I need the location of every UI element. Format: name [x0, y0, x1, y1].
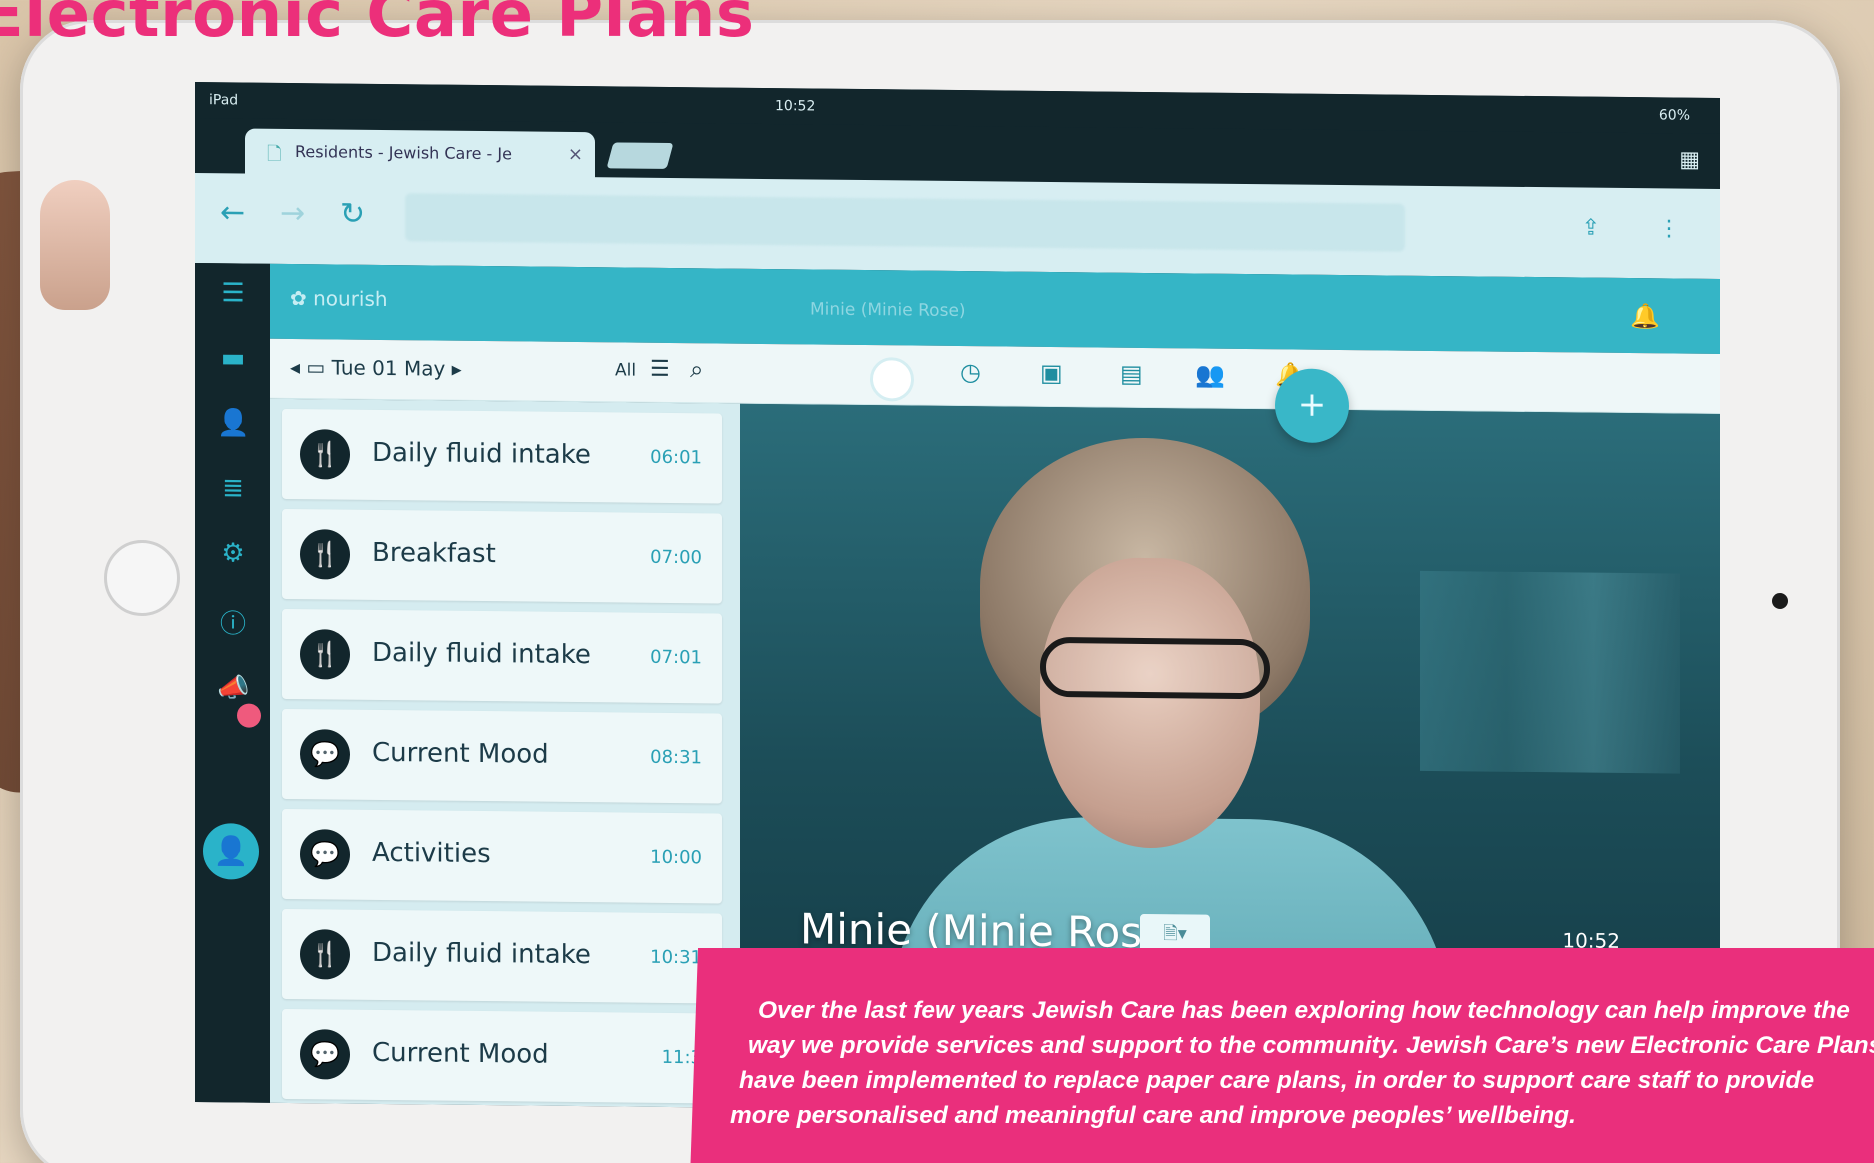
filter-icon[interactable]: ☰ [650, 357, 670, 382]
address-bar: ← → ↻ ⇪ ⋮ [195, 173, 1720, 279]
event-time: 10:00 [650, 846, 702, 869]
gear-icon[interactable]: ⚙ [217, 538, 249, 568]
caption-line: Over the last few years Jewish Care has … [758, 997, 1850, 1024]
timeline-item[interactable]: 🍴 Breakfast 07:00 [282, 508, 722, 604]
id-card-icon[interactable]: ▣ [1040, 359, 1063, 387]
browser-tab-residents[interactable]: 🗋 Residents - Jewish Care - Je × [245, 128, 595, 181]
close-tab-icon[interactable]: × [568, 144, 583, 165]
nourish-logo: ✿ nourish [290, 286, 388, 312]
list-icon[interactable]: ≣ [217, 473, 249, 503]
header-title: Minie (Minie Rose) [810, 299, 966, 322]
search-icon[interactable]: ⌕ [690, 355, 703, 383]
timeline-item[interactable]: 🍴 Daily fluid intake 10:31 [282, 908, 722, 1004]
url-field[interactable] [405, 193, 1405, 252]
notification-badge [237, 703, 261, 728]
status-time: 10:52 [775, 98, 816, 115]
info-icon[interactable]: ⓘ [217, 603, 249, 640]
thumb [40, 180, 110, 310]
event-time: 07:01 [650, 646, 702, 669]
event-label: Daily fluid intake [372, 437, 591, 471]
chat-bubbles-icon: 💬 [300, 729, 350, 780]
event-time: 10:31 [650, 946, 702, 969]
event-time: 08:31 [650, 746, 702, 769]
caption-line: have been implemented to replace paper c… [739, 1067, 1815, 1094]
messages-icon[interactable]: ▬ [217, 343, 249, 373]
document-icon: 🗋 [267, 143, 282, 165]
person-icon[interactable]: 👤 [217, 408, 249, 438]
chat-bubbles-icon: 💬 [300, 829, 350, 880]
menu-icon[interactable]: ☰ [217, 278, 249, 308]
event-time: 06:01 [650, 446, 702, 469]
fork-knife-icon: 🍴 [300, 629, 350, 680]
left-nav-rail: ☰ ▬ 👤 ≣ ⚙ ⓘ 📣 👤 [195, 263, 270, 1104]
back-arrow-icon[interactable]: ← [220, 195, 245, 230]
date-label: Tue 01 May [331, 355, 446, 381]
chat-bubbles-icon: 💬 [300, 1029, 350, 1080]
add-button[interactable]: + [1275, 368, 1349, 444]
background-shelf [1420, 570, 1680, 774]
fork-knife-icon: 🍴 [300, 529, 350, 580]
resident-toggle[interactable] [870, 357, 914, 402]
battery-level: 60% [1658, 107, 1690, 124]
apps-grid-icon[interactable]: ▦ [1679, 148, 1700, 173]
new-tab-button[interactable] [606, 142, 674, 169]
clipboard-icon[interactable]: ▤ [1120, 360, 1143, 388]
resident-photo-face [1040, 556, 1260, 850]
event-label: Breakfast [372, 537, 496, 570]
caption-line: more personalised and meaningful care an… [730, 1102, 1576, 1129]
reload-icon[interactable]: ↻ [340, 197, 365, 232]
page-title: Electronic Care Plans [0, 0, 755, 52]
user-avatar[interactable]: 👤 [203, 823, 259, 880]
clock-icon[interactable]: ◷ [960, 358, 981, 386]
date-navigator[interactable]: ◂ ▭ Tue 01 May ▸ [290, 355, 462, 381]
filter-label[interactable]: All [615, 360, 636, 380]
caption-text: Over the last few years Jewish Care has … [730, 993, 1874, 1133]
event-label: Current Mood [372, 737, 549, 770]
timeline-item[interactable]: 💬 Current Mood 08:31 [282, 708, 722, 804]
event-time: 07:00 [650, 546, 702, 569]
fork-knife-icon: 🍴 [300, 429, 350, 480]
timeline-item[interactable]: 🍴 Daily fluid intake 06:01 [282, 408, 722, 504]
timeline-item[interactable]: 💬 Activities 10:00 [282, 808, 722, 904]
more-menu-icon[interactable]: ⋮ [1658, 216, 1680, 241]
resident-photo-glasses [1040, 636, 1270, 700]
camera [1772, 593, 1788, 609]
device-label: iPad [209, 92, 239, 109]
logo-text: nourish [313, 286, 388, 312]
timeline-item[interactable]: 🍴 Daily fluid intake 07:01 [282, 608, 722, 704]
bell-icon[interactable]: 🔔 [1630, 302, 1660, 330]
event-label: Activities [372, 837, 491, 870]
group-icon[interactable]: 👥 [1195, 360, 1225, 388]
timeline-item[interactable]: 💬 Current Mood 11:3 [282, 1008, 722, 1104]
event-label: Daily fluid intake [372, 637, 591, 671]
home-button[interactable] [104, 540, 180, 616]
timeline-list: 🍴 Daily fluid intake 06:01 🍴 Breakfast 0… [270, 398, 740, 1118]
share-icon[interactable]: ⇪ [1582, 216, 1600, 241]
caption-line: way we provide services and support to t… [748, 1032, 1874, 1059]
tab-label: Residents - Jewish Care - Je [295, 142, 512, 164]
event-label: Daily fluid intake [372, 937, 591, 971]
fork-knife-icon: 🍴 [300, 929, 350, 980]
event-label: Current Mood [372, 1037, 549, 1070]
megaphone-icon[interactable]: 📣 [217, 673, 249, 703]
forward-arrow-icon[interactable]: → [280, 196, 305, 231]
